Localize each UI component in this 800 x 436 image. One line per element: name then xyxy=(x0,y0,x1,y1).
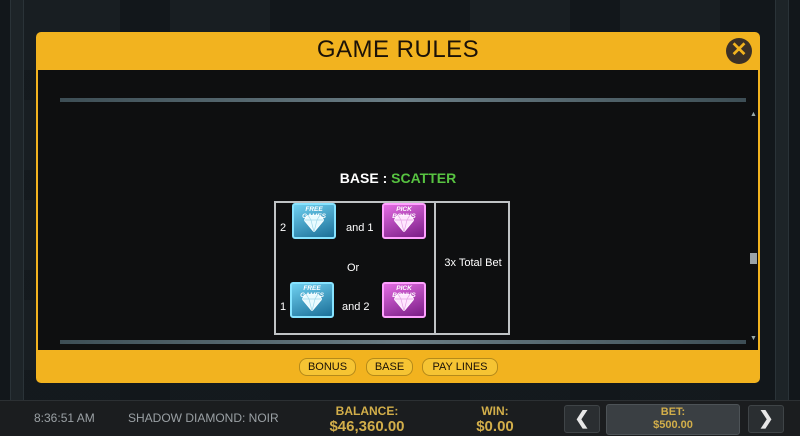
modal-header: GAME RULES ✕ xyxy=(36,32,760,70)
pick-bonus-symbol: PICK BONUS xyxy=(382,282,426,318)
scroll-up-icon[interactable]: ▲ xyxy=(750,111,757,118)
modal-title: GAME RULES xyxy=(316,36,480,63)
section-prefix: BASE : xyxy=(339,170,392,186)
frame-pillar xyxy=(10,0,24,400)
close-button[interactable]: ✕ xyxy=(726,38,752,64)
connector-text: and 1 xyxy=(346,222,374,234)
balance-value: $46,360.00 xyxy=(329,418,405,435)
scatter-rule-table: 2 FREE GAMES and 1 PICK BONUS Or xyxy=(274,201,510,335)
tab-base[interactable]: BASE xyxy=(366,358,413,376)
rules-content: ▲ ▼ BASE : SCATTER 2 FREE GAMES and 1 PI… xyxy=(38,70,758,350)
diamond-icon xyxy=(394,294,414,311)
game-name: SHADOW DIAMOND: NOIR xyxy=(128,411,279,425)
close-icon: ✕ xyxy=(730,39,748,61)
chevron-right-icon: ❯ xyxy=(758,408,774,428)
chevron-left-icon: ❮ xyxy=(574,408,590,428)
pick-bonus-symbol: PICK BONUS xyxy=(382,203,426,239)
free-games-count: 2 xyxy=(280,222,287,234)
scroll-thumb[interactable] xyxy=(750,253,757,264)
diamond-icon xyxy=(304,215,324,232)
bet-value: $500.00 xyxy=(653,419,693,431)
bet-button[interactable]: BET: $500.00 xyxy=(606,404,740,435)
status-bar: 8:36:51 AM SHADOW DIAMOND: NOIR BALANCE:… xyxy=(0,400,800,436)
game-rules-modal: GAME RULES ✕ ▲ ▼ BASE : SCATTER 2 FREE G… xyxy=(36,32,760,383)
win-label: WIN: xyxy=(481,404,509,418)
win-value: $0.00 xyxy=(476,418,514,435)
clock: 8:36:51 AM xyxy=(34,411,95,425)
scroll-down-icon[interactable]: ▼ xyxy=(750,335,757,342)
section-title: BASE : SCATTER xyxy=(38,170,758,186)
rules-tab-bar: BONUS BASE PAY LINES xyxy=(36,350,760,383)
section-accent: SCATTER xyxy=(391,170,457,186)
connector-text: and 2 xyxy=(342,301,370,313)
tab-bonus[interactable]: BONUS xyxy=(299,358,356,376)
divider xyxy=(60,340,746,344)
bet-decrease-button[interactable]: ❮ xyxy=(564,405,600,433)
frame-pillar xyxy=(775,0,789,400)
bet-increase-button[interactable]: ❯ xyxy=(748,405,784,433)
balance-label: BALANCE: xyxy=(335,404,399,418)
divider xyxy=(60,98,746,102)
scrollbar[interactable]: ▲ ▼ xyxy=(750,111,757,342)
diamond-icon xyxy=(394,215,414,232)
free-games-symbol: FREE GAMES xyxy=(290,282,334,318)
bet-label: BET: xyxy=(660,406,686,418)
free-games-count: 1 xyxy=(280,301,287,313)
tab-pay-lines[interactable]: PAY LINES xyxy=(422,358,498,376)
diamond-icon xyxy=(302,294,322,311)
payout-text: 3x Total Bet xyxy=(444,257,502,269)
or-text: Or xyxy=(347,262,360,274)
free-games-symbol: FREE GAMES xyxy=(292,203,336,239)
